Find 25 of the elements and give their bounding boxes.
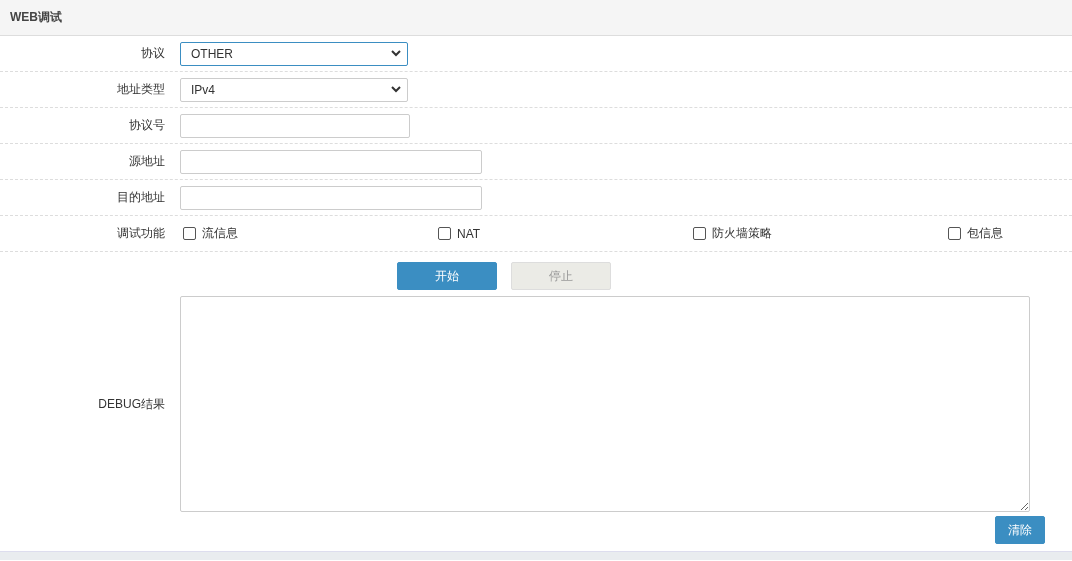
dropdown-caret-icon <box>391 50 401 57</box>
field-label: 调试功能 <box>117 226 165 240</box>
field-label: 源地址 <box>129 154 165 168</box>
input-field[interactable] <box>180 113 410 138</box>
checkbox-label: 流信息 <box>202 225 238 242</box>
field-label: 协议号 <box>129 118 165 132</box>
clear-button[interactable]: 清除 <box>995 516 1045 544</box>
field-label: DEBUG结果 <box>98 395 165 413</box>
dropdown-caret-icon <box>391 86 401 93</box>
checkbox[interactable] <box>693 227 706 240</box>
checkbox[interactable] <box>948 227 961 240</box>
checkbox-label: NAT <box>457 226 481 241</box>
field-label: 目的地址 <box>117 190 165 204</box>
select-field[interactable]: IPv4 <box>180 77 408 102</box>
field-label: 协议 <box>141 46 165 60</box>
checkbox[interactable] <box>438 227 451 240</box>
checkbox-label: 包信息 <box>967 225 1003 242</box>
panel-title: WEB调试 <box>10 9 62 26</box>
input-field[interactable] <box>180 185 482 210</box>
select-field[interactable]: OTHER <box>180 41 408 66</box>
checkbox-label: 防火墙策略 <box>712 225 772 242</box>
field-label: 地址类型 <box>117 82 165 96</box>
start-button[interactable]: 开始 <box>397 262 497 290</box>
input-field[interactable] <box>180 149 482 174</box>
checkbox[interactable] <box>183 227 196 240</box>
